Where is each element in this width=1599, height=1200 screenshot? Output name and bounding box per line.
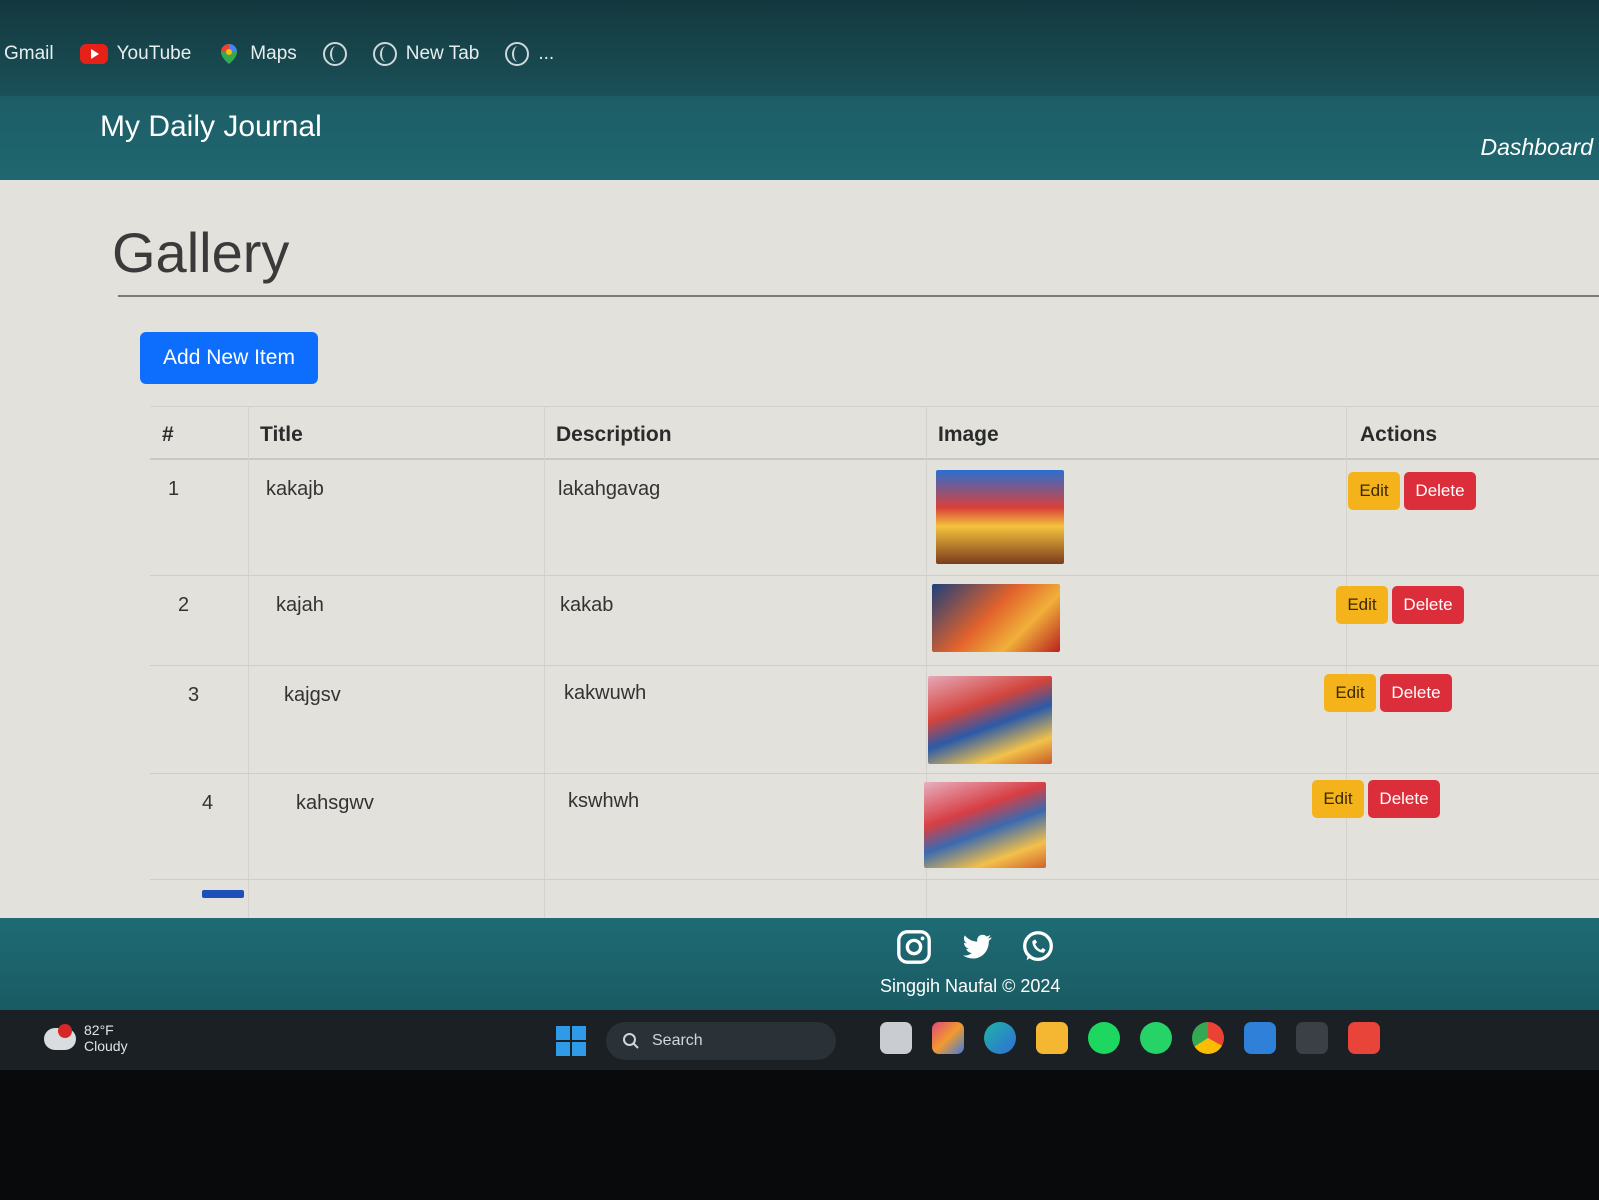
column-header-image: Image xyxy=(938,423,999,446)
bookmark-maps[interactable]: Maps xyxy=(217,42,297,66)
terminal-icon[interactable] xyxy=(1296,1022,1328,1054)
whatsapp-icon[interactable] xyxy=(1019,928,1057,966)
table-row: 2 kajah kakab Edit Delete xyxy=(150,576,1599,666)
monitor-bezel xyxy=(0,1070,1599,1200)
column-header-description: Description xyxy=(556,423,672,446)
delete-button[interactable]: Delete xyxy=(1392,586,1464,624)
table-row: 1 kakajb lakahgavag Edit Delete xyxy=(150,460,1599,576)
taskbar-search-label: Search xyxy=(652,1032,703,1049)
edit-button[interactable]: Edit xyxy=(1336,586,1388,624)
edit-button[interactable]: Edit xyxy=(1324,674,1376,712)
vscode-icon[interactable] xyxy=(1244,1022,1276,1054)
row-description: kswhwh xyxy=(568,790,640,812)
row-image-thumbnail[interactable] xyxy=(928,676,1052,764)
bookmark-more[interactable]: ... xyxy=(505,42,554,66)
weather-temperature: 82°F xyxy=(84,1022,114,1038)
title-divider xyxy=(118,295,1599,297)
site-footer: Singgih Naufal © 2024 xyxy=(0,918,1599,1010)
table-row: 4 kahsgwv kswhwh Edit Delete xyxy=(150,774,1599,880)
bookmark-new-tab-label: New Tab xyxy=(405,43,480,64)
delete-button[interactable]: Delete xyxy=(1380,674,1452,712)
row-description: kakwuwh xyxy=(564,682,647,704)
xampp-icon[interactable] xyxy=(1348,1022,1380,1054)
bookmark-new-tab[interactable]: New Tab xyxy=(372,42,480,66)
table-header: # Title Description Image Actions xyxy=(150,406,1599,460)
chrome-icon[interactable] xyxy=(1192,1022,1224,1054)
row-description: kakab xyxy=(560,594,614,616)
weather-widget[interactable]: 82°F Cloudy xyxy=(44,1022,128,1054)
bookmarks-bar: Gmail YouTube Maps New Tab ... xyxy=(0,0,1599,96)
twitter-icon[interactable] xyxy=(957,928,995,966)
windows-start-icon[interactable] xyxy=(556,1026,586,1056)
row-number: 2 xyxy=(178,594,190,616)
page-title: Gallery xyxy=(112,221,290,284)
whatsapp-app-icon[interactable] xyxy=(1140,1022,1172,1054)
globe-icon xyxy=(322,42,347,66)
delete-button[interactable]: Delete xyxy=(1368,780,1440,818)
row-title: kajah xyxy=(276,594,324,616)
spotify-icon[interactable] xyxy=(1088,1022,1120,1054)
column-header-title: Title xyxy=(260,423,303,446)
row-image-thumbnail[interactable] xyxy=(924,782,1046,868)
taskbar-apps xyxy=(880,1022,1380,1054)
maps-icon xyxy=(221,44,238,64)
row-title: kajgsv xyxy=(284,684,341,706)
table-row: 3 kajgsv kakwuwh Edit Delete xyxy=(150,666,1599,774)
screen: Gmail YouTube Maps New Tab ... My Daily … xyxy=(0,0,1599,1200)
bookmark-globe[interactable] xyxy=(322,42,347,66)
file-explorer-icon[interactable] xyxy=(1036,1022,1068,1054)
weather-condition: Cloudy xyxy=(84,1038,128,1054)
bookmark-more-label: ... xyxy=(538,43,555,64)
weather-text: 82°F Cloudy xyxy=(84,1022,128,1054)
globe-icon xyxy=(505,42,530,66)
cloud-icon xyxy=(44,1024,76,1050)
bookmark-youtube[interactable]: YouTube xyxy=(79,43,192,65)
row-description: lakahgavag xyxy=(558,478,661,500)
search-icon xyxy=(623,1033,639,1049)
social-links xyxy=(895,928,1057,966)
row-title: kahsgwv xyxy=(296,792,374,814)
column-header-number: # xyxy=(162,423,174,446)
row-number: 3 xyxy=(188,684,200,706)
bookmark-youtube-label: YouTube xyxy=(116,43,192,64)
taskbar-search[interactable]: Search xyxy=(606,1022,836,1060)
youtube-icon xyxy=(79,44,108,64)
add-new-item-button[interactable]: Add New Item xyxy=(140,332,318,384)
alert-badge-icon xyxy=(58,1024,72,1038)
row-number: 4 xyxy=(202,792,214,814)
copilot-icon[interactable] xyxy=(932,1022,964,1054)
edit-button[interactable]: Edit xyxy=(1312,780,1364,818)
bookmark-gmail-label: Gmail xyxy=(4,43,54,64)
main-content: Gallery Add New Item # Title Description… xyxy=(0,180,1599,1046)
bookmark-gmail[interactable]: Gmail xyxy=(4,43,54,65)
brand-title[interactable]: My Daily Journal xyxy=(100,110,322,144)
delete-button[interactable]: Delete xyxy=(1404,472,1476,510)
os-taskbar: 82°F Cloudy Search xyxy=(0,1010,1599,1070)
nav-dashboard-link[interactable]: Dashboard xyxy=(1480,134,1593,161)
row-title: kakajb xyxy=(266,478,324,500)
edge-icon[interactable] xyxy=(984,1022,1016,1054)
scrollbar-thumb[interactable] xyxy=(202,890,244,898)
footer-copyright: Singgih Naufal © 2024 xyxy=(880,976,1061,996)
row-image-thumbnail[interactable] xyxy=(932,584,1060,652)
bookmark-maps-label: Maps xyxy=(250,43,297,64)
app-header: My Daily Journal Dashboard xyxy=(0,96,1599,180)
edit-button[interactable]: Edit xyxy=(1348,472,1400,510)
row-image-thumbnail[interactable] xyxy=(936,470,1064,564)
column-header-actions: Actions xyxy=(1360,423,1438,446)
row-number: 1 xyxy=(168,478,180,500)
task-view-icon[interactable] xyxy=(880,1022,912,1054)
globe-icon xyxy=(372,42,397,66)
instagram-icon[interactable] xyxy=(895,928,933,966)
